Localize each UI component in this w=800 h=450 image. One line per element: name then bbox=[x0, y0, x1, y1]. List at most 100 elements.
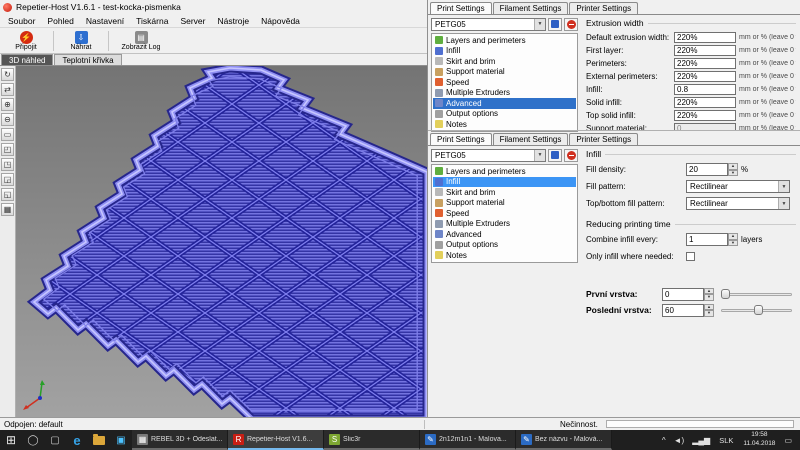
category-infill[interactable]: Infill bbox=[433, 177, 576, 188]
chevron-down-icon[interactable]: ▼ bbox=[778, 181, 789, 192]
first-layer-input[interactable]: 220% bbox=[674, 45, 736, 56]
delete-profile-button[interactable] bbox=[564, 18, 578, 31]
category-skirt[interactable]: Skirt and brim bbox=[433, 187, 576, 198]
slider-thumb[interactable] bbox=[754, 305, 763, 315]
view-side-tool[interactable]: ◱ bbox=[1, 188, 14, 201]
spin-down-icon[interactable]: ▼ bbox=[704, 310, 714, 317]
profile-select[interactable]: PETG05 ▼ bbox=[431, 18, 546, 31]
3d-scene[interactable] bbox=[16, 66, 427, 417]
tab-filament-settings[interactable]: Filament Settings bbox=[493, 2, 569, 14]
edge-icon[interactable]: e bbox=[66, 430, 88, 450]
spin-down-icon[interactable]: ▼ bbox=[728, 170, 738, 177]
category-advanced[interactable]: Advanced bbox=[433, 98, 576, 109]
toggle-grid-tool[interactable]: ▦ bbox=[1, 203, 14, 216]
first-layer-slider[interactable] bbox=[721, 288, 792, 301]
fill-density-spinner[interactable]: 20 ▲▼ bbox=[686, 163, 738, 176]
task-view-icon[interactable]: ▢ bbox=[44, 430, 66, 450]
tray-expand-icon[interactable]: ^ bbox=[658, 436, 670, 445]
category-skirt[interactable]: Skirt and brim bbox=[433, 56, 576, 67]
category-speed[interactable]: Speed bbox=[433, 208, 576, 219]
store-icon[interactable]: ▣ bbox=[110, 430, 132, 450]
category-layers[interactable]: Layers and perimeters bbox=[433, 35, 576, 46]
tab-printer-settings[interactable]: Printer Settings bbox=[569, 2, 638, 14]
taskbar-app-paint-2[interactable]: ✎ Bez názvu - Malová... bbox=[516, 430, 612, 450]
first-layer-spinner[interactable]: 0 ▲▼ bbox=[662, 288, 714, 301]
menu-soubor[interactable]: Soubor bbox=[2, 16, 41, 26]
spin-down-icon[interactable]: ▼ bbox=[728, 240, 738, 247]
category-speed[interactable]: Speed bbox=[433, 77, 576, 88]
start-button[interactable]: ⊞ bbox=[0, 430, 22, 450]
action-center-icon[interactable]: ▭ bbox=[780, 436, 796, 445]
zoom-in-tool[interactable]: ⊕ bbox=[1, 98, 14, 111]
menu-napoveda[interactable]: Nápověda bbox=[255, 16, 306, 26]
save-profile-button[interactable] bbox=[548, 18, 562, 31]
first-layer-value[interactable]: 0 bbox=[662, 288, 704, 301]
category-extruders[interactable]: Multiple Extruders bbox=[433, 88, 576, 99]
menu-nastaveni[interactable]: Nastavení bbox=[80, 16, 130, 26]
category-output[interactable]: Output options bbox=[433, 109, 576, 120]
chevron-down-icon[interactable]: ▼ bbox=[534, 19, 545, 30]
menu-tiskarna[interactable]: Tiskárna bbox=[130, 16, 174, 26]
chevron-down-icon[interactable]: ▼ bbox=[778, 198, 789, 209]
category-notes[interactable]: Notes bbox=[433, 119, 576, 130]
tab-temperature-curve[interactable]: Teplotní křivka bbox=[54, 54, 121, 65]
slider-thumb[interactable] bbox=[721, 289, 730, 299]
perimeters-input[interactable]: 220% bbox=[674, 58, 736, 69]
tab-printer-settings-2[interactable]: Printer Settings bbox=[569, 133, 638, 145]
last-layer-slider[interactable] bbox=[721, 304, 792, 317]
delete-profile-button-2[interactable] bbox=[564, 149, 578, 162]
taskbar-app-slic3r[interactable]: S Slic3r bbox=[324, 430, 420, 450]
chevron-down-icon[interactable]: ▼ bbox=[534, 150, 545, 161]
tab-print-settings-2[interactable]: Print Settings bbox=[430, 133, 492, 145]
show-log-button[interactable]: ▤ Zobrazit Log bbox=[113, 29, 169, 53]
external-perimeters-input[interactable]: 220% bbox=[674, 71, 736, 82]
solid-infill-input[interactable]: 220% bbox=[674, 97, 736, 108]
language-indicator[interactable]: SLK bbox=[714, 436, 738, 445]
fit-view-tool[interactable]: ▭ bbox=[1, 128, 14, 141]
zoom-out-tool[interactable]: ⊖ bbox=[1, 113, 14, 126]
save-profile-button-2[interactable] bbox=[548, 149, 562, 162]
tab-filament-settings-2[interactable]: Filament Settings bbox=[493, 133, 569, 145]
category-notes[interactable]: Notes bbox=[433, 250, 576, 261]
menu-server[interactable]: Server bbox=[174, 16, 211, 26]
rotate-tool[interactable]: ↻ bbox=[1, 68, 14, 81]
taskbar-app-paint-1[interactable]: ✎ 2n12m1n1 - Malova... bbox=[420, 430, 516, 450]
combine-infill-spinner[interactable]: 1 ▲▼ bbox=[686, 233, 738, 246]
view-top-tool[interactable]: ◳ bbox=[1, 158, 14, 171]
view-front-tool[interactable]: ◲ bbox=[1, 173, 14, 186]
taskbar-app-rebel3d[interactable]: ▦ REBEL 3D + Odeslat... bbox=[132, 430, 228, 450]
support-material-input[interactable]: 0 bbox=[674, 123, 736, 131]
last-layer-spinner[interactable]: 60 ▲▼ bbox=[662, 304, 714, 317]
default-extrusion-input[interactable]: 220% bbox=[674, 32, 736, 43]
spin-down-icon[interactable]: ▼ bbox=[704, 294, 714, 301]
taskbar-app-repetier[interactable]: R Repetier-Host V1.6... bbox=[228, 430, 324, 450]
infill-width-input[interactable]: 0.8 bbox=[674, 84, 736, 95]
menu-pohled[interactable]: Pohled bbox=[41, 16, 79, 26]
profile-select-2[interactable]: PETG05 ▼ bbox=[431, 149, 546, 162]
category-layers[interactable]: Layers and perimeters bbox=[433, 166, 576, 177]
last-layer-value[interactable]: 60 bbox=[662, 304, 704, 317]
category-advanced[interactable]: Advanced bbox=[433, 229, 576, 240]
connect-button[interactable]: ⚡ Připojit bbox=[3, 29, 49, 53]
file-explorer-icon[interactable] bbox=[88, 430, 110, 450]
search-icon[interactable]: ◯ bbox=[22, 430, 44, 450]
category-support[interactable]: Support material bbox=[433, 198, 576, 209]
tab-print-settings[interactable]: Print Settings bbox=[430, 2, 492, 14]
move-tool[interactable]: ⇄ bbox=[1, 83, 14, 96]
taskbar-clock[interactable]: 19:58 11.04.2018 bbox=[738, 431, 780, 449]
menu-nastroje[interactable]: Nástroje bbox=[212, 16, 256, 26]
category-support[interactable]: Support material bbox=[433, 67, 576, 78]
category-extruders[interactable]: Multiple Extruders bbox=[433, 219, 576, 230]
fill-density-value[interactable]: 20 bbox=[686, 163, 728, 176]
fill-pattern-select[interactable]: Rectilinear ▼ bbox=[686, 180, 790, 193]
combine-infill-value[interactable]: 1 bbox=[686, 233, 728, 246]
category-output[interactable]: Output options bbox=[433, 240, 576, 251]
top-bottom-pattern-select[interactable]: Rectilinear ▼ bbox=[686, 197, 790, 210]
network-icon[interactable]: ▂▄▆ bbox=[688, 436, 714, 445]
only-infill-checkbox[interactable] bbox=[686, 252, 695, 261]
category-infill[interactable]: Infill bbox=[433, 46, 576, 57]
volume-icon[interactable]: ◄) bbox=[670, 436, 689, 445]
view-iso-tool[interactable]: ◰ bbox=[1, 143, 14, 156]
load-button[interactable]: ⇩ Náhrat bbox=[58, 29, 104, 53]
tab-3d-preview[interactable]: 3D náhled bbox=[1, 54, 53, 65]
